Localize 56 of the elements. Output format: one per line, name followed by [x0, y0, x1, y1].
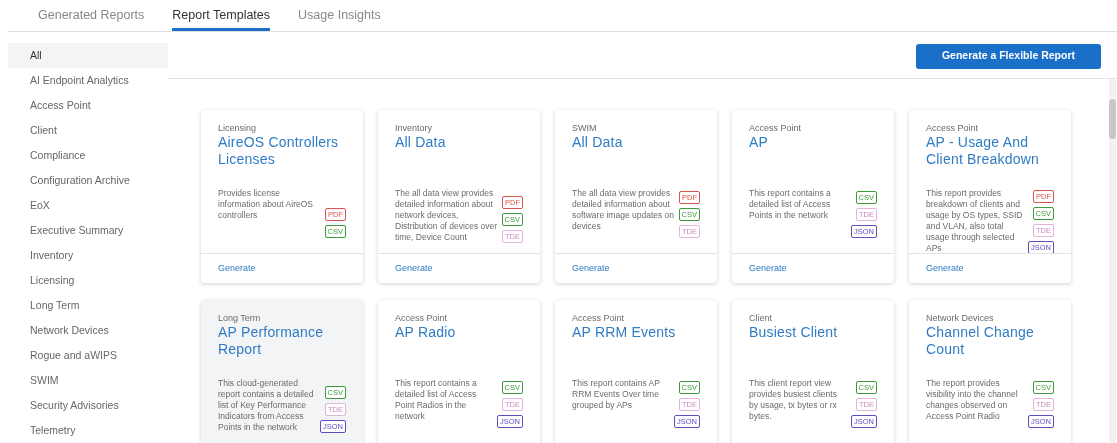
card-title[interactable]: AP Radio	[395, 324, 523, 341]
sidebar-item[interactable]: AI Endpoint Analytics	[8, 68, 168, 93]
sidebar-item[interactable]: Inventory	[8, 243, 168, 268]
card-description: This report contains AP RRM Events Over time grouped by APs	[572, 378, 661, 412]
card-title[interactable]: All Data	[572, 134, 700, 151]
sidebar-item[interactable]: Network Devices	[8, 318, 168, 343]
card-description: The all data view provides detailed information about software image updates on devices	[572, 188, 675, 233]
card-description: This report contains a detailed list of Access Point Radios in the network	[395, 378, 478, 423]
card-title[interactable]: AP Performance Report	[218, 324, 346, 358]
sidebar-item[interactable]: Configuration Archive	[8, 168, 168, 193]
card-title[interactable]: AP - Usage And Client Breakdown	[926, 134, 1054, 168]
card-title[interactable]: AP RRM Events	[572, 324, 700, 341]
generate-link[interactable]: Generate	[572, 261, 610, 276]
sidebar-item[interactable]: Long Term	[8, 293, 168, 318]
sidebar-item[interactable]: Executive Summary	[8, 218, 168, 243]
generate-link[interactable]: Generate	[218, 261, 256, 276]
sidebar-item[interactable]: EoX	[8, 193, 168, 218]
generate-flexible-report-button[interactable]: Generate a Flexible Report	[915, 43, 1101, 69]
card-title[interactable]: Busiest Client	[749, 324, 877, 341]
sidebar-item[interactable]: Licensing	[8, 268, 168, 293]
sidebar-item[interactable]: Rogue and aWIPS	[8, 343, 168, 368]
sidebar-item[interactable]: Client	[8, 118, 168, 143]
tab[interactable]: Generated Reports	[38, 0, 145, 31]
card-description: This cloud-generated report contains a detailed list of Key Performance Indicators from Access Points in the network	[218, 378, 315, 433]
card-category: Licensing	[218, 122, 258, 134]
card-category: Access Point	[926, 122, 980, 134]
sidebar-item[interactable]: Security Advisories	[8, 393, 168, 418]
card-title[interactable]: AP	[749, 134, 877, 151]
scrollbar-thumb[interactable]	[1109, 99, 1116, 139]
card-description: This client report view provides busiest clients by usage, tx bytes or rx bytes.	[749, 378, 838, 423]
sidebar-item[interactable]: Compliance	[8, 143, 168, 168]
card-category: Network Devices	[926, 312, 995, 324]
card-category: SWIM	[572, 122, 598, 134]
generate-link[interactable]: Generate	[926, 261, 964, 276]
sidebar-item[interactable]: All	[8, 43, 168, 68]
card-description: This report contains a detailed list of Access Points in the network	[749, 188, 832, 222]
card-description: This report provides breakdown of clients and usage by OS types, SSID and VLAN, also total usage through selected APs	[926, 188, 1024, 254]
card-title[interactable]: Channel Change Count	[926, 324, 1054, 358]
sidebar-item[interactable]: Telemetry	[8, 418, 168, 443]
card-category: Access Point	[749, 122, 803, 134]
generate-link[interactable]: Generate	[395, 261, 433, 276]
card-category: Long Term	[218, 312, 262, 324]
card-category: Access Point	[572, 312, 626, 324]
card-title[interactable]: All Data	[395, 134, 523, 151]
tab[interactable]: Report Templates	[172, 0, 271, 31]
card-description: Provides license information about AireOS controllers	[218, 188, 314, 222]
card-category: Client	[749, 312, 773, 324]
card-category: Access Point	[395, 312, 449, 324]
card-category: Inventory	[395, 122, 434, 134]
card-title[interactable]: AireOS Controllers Licenses	[218, 134, 346, 168]
generate-link[interactable]: Generate	[749, 261, 787, 276]
tab[interactable]: Usage Insights	[298, 0, 381, 31]
card-description: The report provides visibility into the channel changes observed on Access Point Radio	[926, 378, 1019, 423]
card-description: The all data view provides detailed information about network devices, Distribution of devices over time, Device Count	[395, 188, 498, 243]
sidebar-item[interactable]: Access Point	[8, 93, 168, 118]
sidebar-item[interactable]: SWIM	[8, 368, 168, 393]
